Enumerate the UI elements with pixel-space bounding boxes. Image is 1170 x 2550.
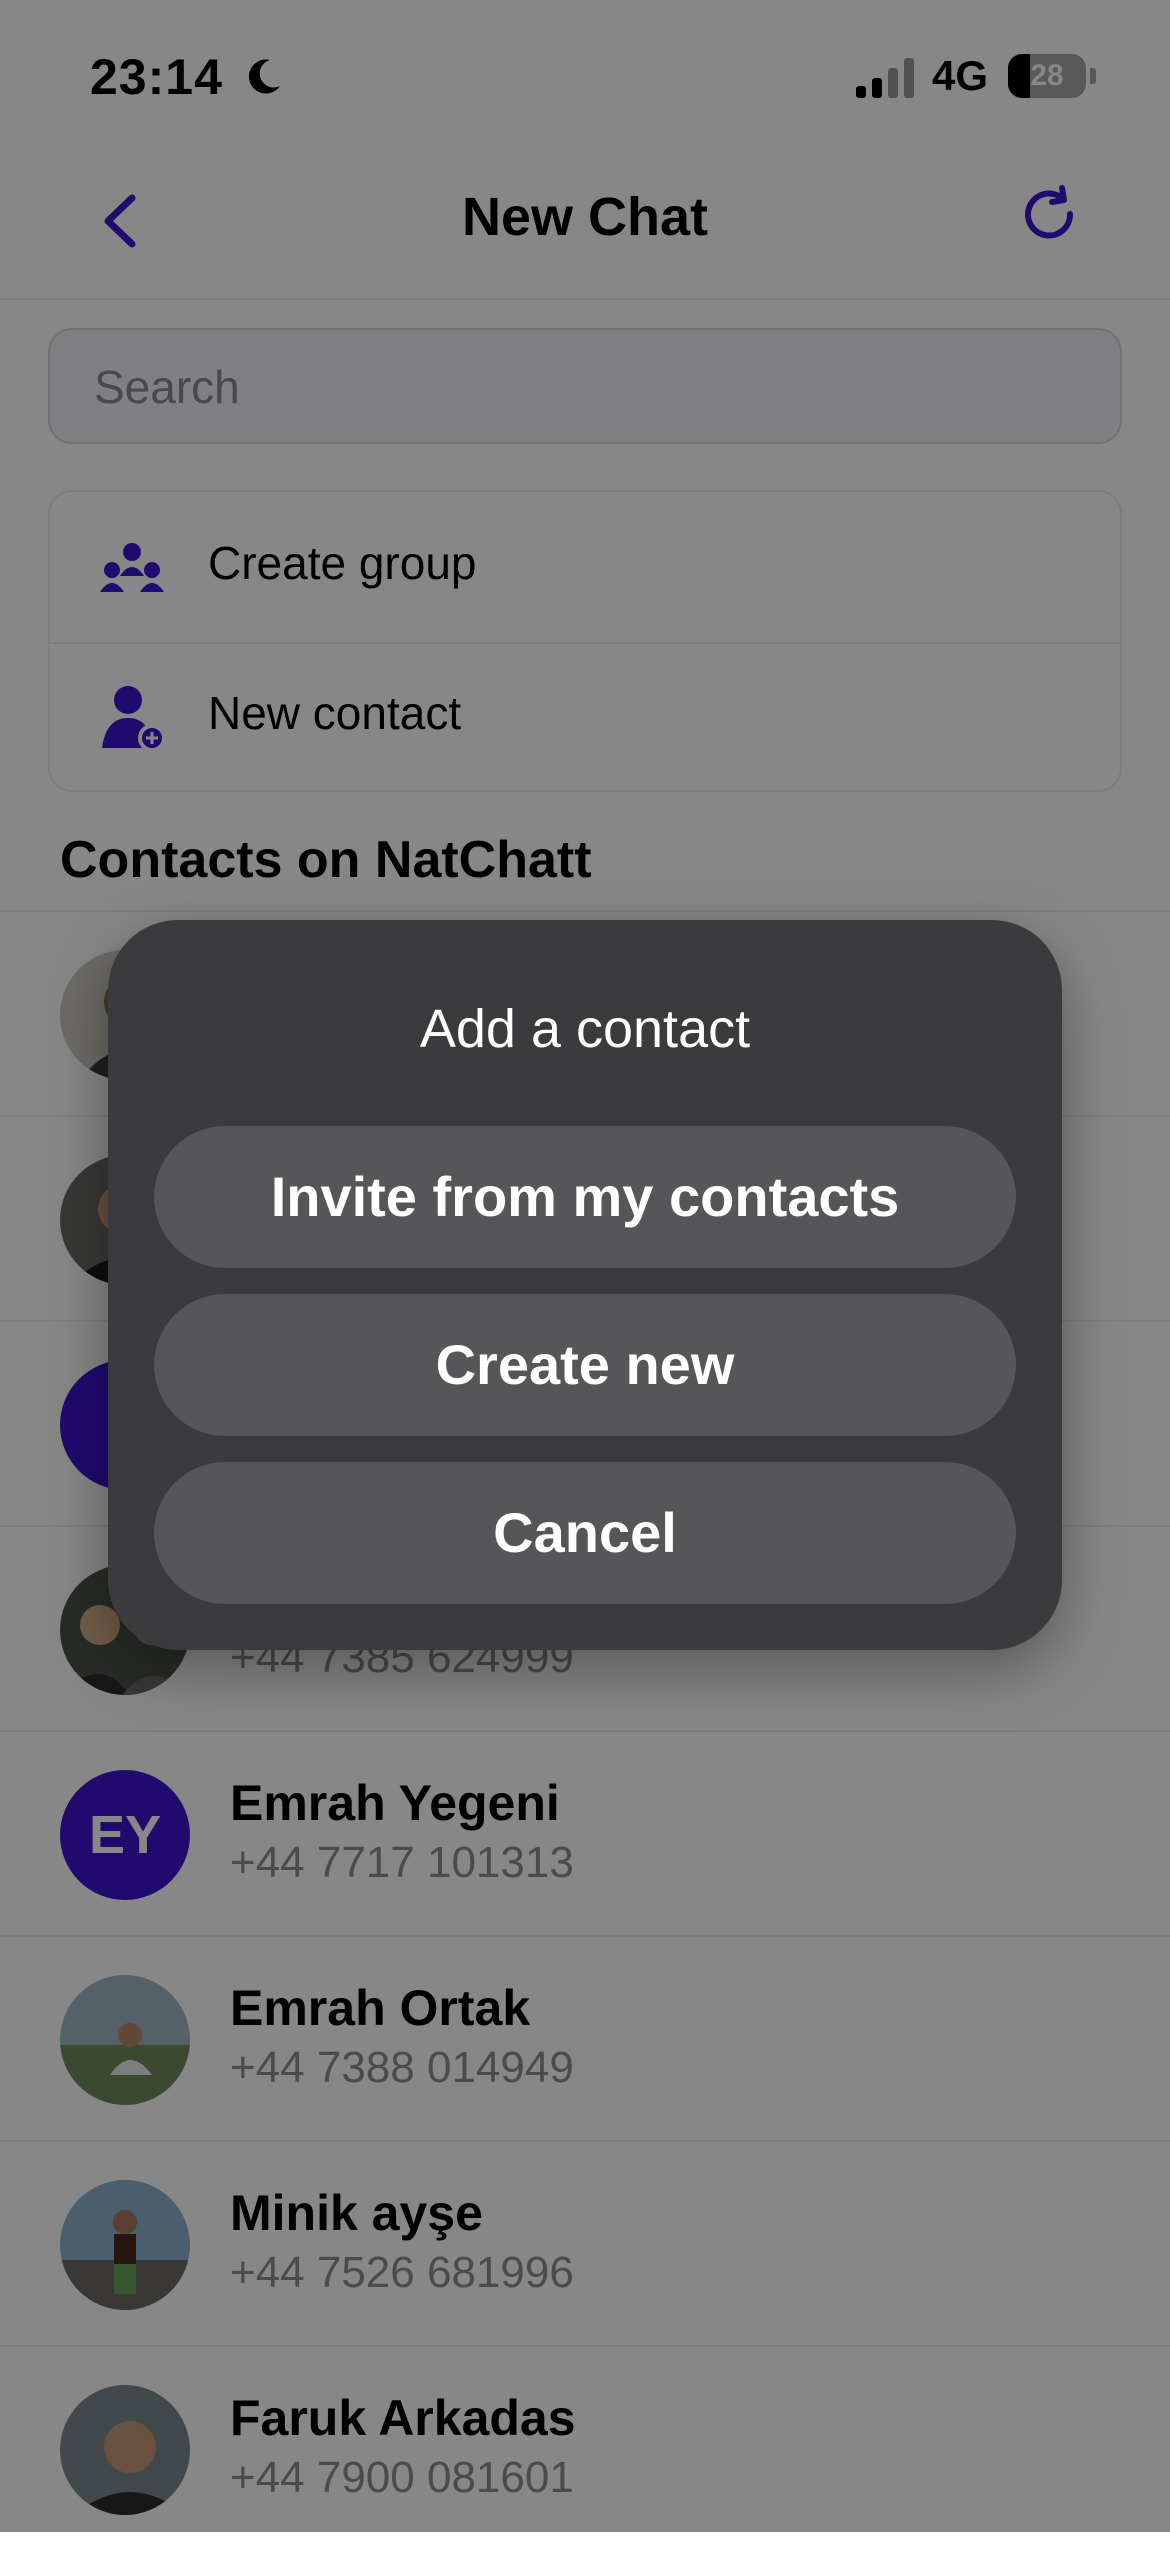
invite-from-contacts-button[interactable]: Invite from my contacts [154, 1126, 1016, 1268]
create-new-button[interactable]: Create new [154, 1294, 1016, 1436]
cancel-button[interactable]: Cancel [154, 1462, 1016, 1604]
add-contact-dialog: Add a contact Invite from my contacts Cr… [108, 920, 1062, 1650]
dialog-title: Add a contact [419, 999, 751, 1059]
